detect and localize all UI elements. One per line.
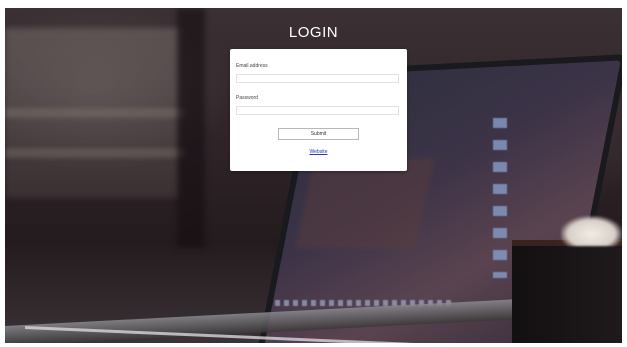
coffee-cup-foam <box>561 216 622 246</box>
website-link[interactable]: Website <box>230 149 407 155</box>
password-label: Password <box>236 95 258 101</box>
submit-button[interactable]: Submit <box>278 128 359 140</box>
background-window-bar <box>5 148 185 158</box>
laptop-desktop-icons <box>493 118 507 278</box>
background-window-bar <box>5 108 185 118</box>
coffee-cup <box>512 240 622 343</box>
laptop-screen-glow <box>295 158 435 248</box>
password-field[interactable] <box>236 106 399 115</box>
login-form: Email address Password Submit Website <box>230 49 407 171</box>
background-pillar <box>177 8 205 248</box>
login-title: LOGIN <box>288 24 339 41</box>
email-label: Email address <box>236 63 268 69</box>
email-field[interactable] <box>236 74 399 83</box>
